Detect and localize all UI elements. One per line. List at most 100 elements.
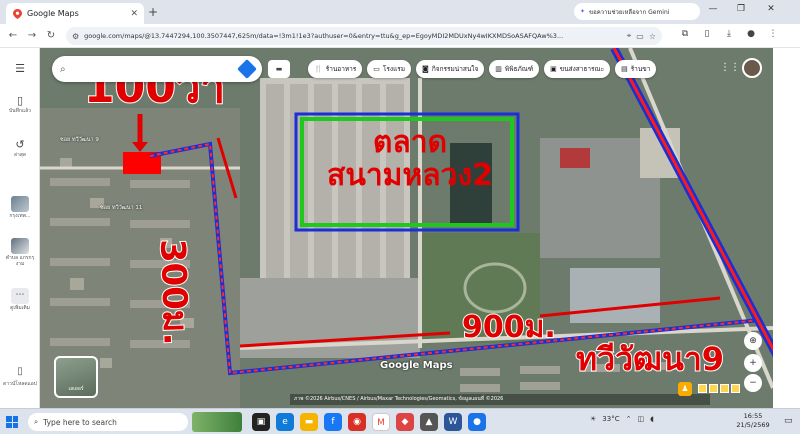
gemini-button[interactable]: ✦ ขอความช่วยเหลือจาก Gemini — [574, 3, 700, 20]
task-view-icon[interactable]: ▣ — [252, 413, 270, 431]
close-window-icon[interactable]: ✕ — [764, 4, 778, 14]
image-thumb[interactable] — [720, 384, 729, 393]
hamburger-menu-button[interactable]: ☰ — [2, 62, 38, 75]
street-label-9: ซอย ทวีวัฒนา 9 — [60, 137, 99, 143]
zoom-in-button[interactable]: + — [744, 354, 762, 372]
menu-dots-icon[interactable]: ⋮ — [766, 29, 780, 39]
directions-icon[interactable] — [237, 59, 257, 79]
forward-icon[interactable]: → — [25, 29, 39, 43]
download-icon[interactable]: ⤓ — [722, 29, 736, 39]
profile-icon[interactable]: ● — [744, 29, 758, 39]
my-location-button[interactable]: ⊕ — [744, 332, 762, 350]
chip-hotels[interactable]: ▭ โรงแรม — [367, 60, 412, 78]
image-thumb[interactable] — [698, 384, 707, 393]
museum-icon: ▥ — [495, 65, 502, 73]
place-thumbnail — [11, 196, 29, 212]
location-icon[interactable]: ⌖ — [627, 31, 632, 41]
image-thumb[interactable] — [709, 384, 718, 393]
road-name-label: ทวีวัฒนา9 — [575, 339, 725, 379]
chip-transit[interactable]: ▣ ขนส่งสาธารณะ — [544, 60, 611, 78]
app-icon[interactable]: ● — [468, 413, 486, 431]
zoom-out-button[interactable]: − — [744, 374, 762, 392]
app-icon[interactable]: ◆ — [396, 413, 414, 431]
rail-recent[interactable]: ↺ ล่าสุด — [2, 138, 38, 158]
facebook-icon[interactable]: f — [324, 413, 342, 431]
rail-get-app[interactable]: ▯ ดาวน์โหลดแอป — [2, 364, 38, 387]
weather-icon[interactable]: ☀ — [590, 415, 596, 423]
volume-icon[interactable]: ◖ — [650, 415, 654, 423]
network-icon[interactable]: ◫ — [637, 415, 644, 423]
bookmark-icon: ▯ — [16, 94, 24, 107]
browser-toolbar: ← → ↻ ⚙ google.com/maps/@13.7447294,100.… — [0, 24, 800, 48]
url-text: google.com/maps/@13.7447294,100.3507447,… — [84, 32, 564, 40]
pegman-icon[interactable]: ♟ — [678, 382, 692, 396]
close-tab-icon[interactable]: ✕ — [130, 9, 138, 19]
rail-place-2-label: ตำบล แกรกรุงาม — [5, 255, 35, 267]
address-bar[interactable]: ⚙ google.com/maps/@13.7447294,100.350744… — [66, 27, 662, 45]
extensions-icon[interactable]: ⧉ — [678, 29, 692, 39]
windows-taskbar: ⌕ Type here to search ▣ e ▬ f ◉ M ◆ ▲ W … — [0, 408, 800, 434]
menu-icon: ☰ — [15, 62, 25, 75]
taskbar-clock[interactable]: 16:55 21/5/2569 — [728, 412, 778, 430]
tab-title: Google Maps — [27, 9, 79, 18]
taskbar-search[interactable]: ⌕ Type here to search — [28, 413, 188, 431]
chevron-up-icon[interactable]: ⌃ — [626, 415, 632, 423]
chip-label: พิพิธภัณฑ์ — [504, 65, 534, 73]
rail-recent-place-2[interactable]: ตำบล แกรกรุงาม — [2, 238, 38, 267]
app-icon[interactable]: ▲ — [420, 413, 438, 431]
camera-icon: ◙ — [422, 65, 429, 73]
taskbar-widget-image[interactable] — [192, 412, 242, 432]
edge-icon[interactable]: e — [276, 413, 294, 431]
maximize-icon[interactable]: ❐ — [734, 4, 748, 14]
temperature[interactable]: 33°C — [602, 415, 619, 423]
layers-toggle-button[interactable]: ▬ — [268, 60, 290, 78]
file-explorer-icon[interactable]: ▬ — [300, 413, 318, 431]
image-thumb[interactable] — [731, 384, 740, 393]
account-avatar[interactable] — [742, 58, 762, 78]
windows-start-icon[interactable] — [6, 416, 18, 428]
chrome-icon[interactable]: ◉ — [348, 413, 366, 431]
chip-museums[interactable]: ▥ พิพิธภัณฑ์ — [489, 60, 540, 78]
page-scrollbar[interactable] — [773, 48, 800, 408]
new-tab-button[interactable]: + — [145, 4, 161, 20]
clock-date: 21/5/2569 — [736, 421, 770, 429]
rail-more[interactable]: ⋯ ดูเพิ่มเติม — [2, 288, 38, 311]
cast-icon[interactable]: ▭ — [636, 32, 644, 41]
category-chips: 🍴 ร้านอาหาร ▭ โรงแรม ◙ กิจกรรมน่าสนใจ ▥ … — [308, 60, 657, 78]
gemini-icon: ✦ — [580, 8, 586, 15]
main-area: ☰ ▯ บันทึกแล้ว ↺ ล่าสุด กรุงเทพ... ตำบล … — [0, 48, 800, 408]
taskbar-apps: ▣ e ▬ f ◉ M ◆ ▲ W ● — [252, 413, 486, 431]
maps-search-box[interactable]: ⌕ — [52, 56, 262, 82]
rail-place-1-label: กรุงเทพ... — [9, 213, 31, 219]
shopping-icon: ▤ — [621, 65, 628, 73]
bookmark-star-icon[interactable]: ☆ — [649, 32, 656, 41]
layers-label: เลเยอร์ — [68, 386, 84, 392]
phone-icon: ▯ — [17, 366, 23, 377]
rail-saved[interactable]: ▯ บันทึกแล้ว — [2, 94, 38, 114]
back-icon[interactable]: ← — [6, 29, 20, 43]
rail-get-app-label: ดาวน์โหลดแอป — [3, 381, 37, 387]
maps-pin-icon — [12, 8, 22, 19]
layers-thumbnail-button[interactable]: เลเยอร์ — [54, 356, 98, 398]
site-info-icon[interactable]: ⚙ — [72, 32, 79, 41]
notification-icon[interactable]: ▭ — [784, 416, 793, 426]
road-distance-label: 900ม. — [461, 309, 557, 346]
satellite-map[interactable]: ซอย ทวีวัฒนา 9 ซอย ทวีวัฒนา 11 100วา 300… — [40, 48, 773, 408]
rail-recent-place-1[interactable]: กรุงเทพ... — [2, 196, 38, 219]
taskbar-search-placeholder: Type here to search — [43, 417, 117, 427]
search-icon[interactable]: ⌕ — [60, 64, 66, 75]
reload-icon[interactable]: ↻ — [44, 29, 58, 43]
gmail-icon[interactable]: M — [372, 413, 390, 431]
word-icon[interactable]: W — [444, 413, 462, 431]
apps-grid-icon[interactable]: ⋮⋮ — [720, 62, 740, 73]
chip-restaurants[interactable]: 🍴 ร้านอาหาร — [308, 60, 363, 78]
market-label: ตลาด สนามหลวง2 — [320, 126, 500, 192]
tab-google-maps[interactable]: Google Maps ✕ — [6, 3, 144, 24]
google-maps-logo: Google Maps — [380, 360, 453, 371]
image-strip[interactable] — [698, 384, 740, 393]
chip-shopping[interactable]: ▤ ร้านขา — [615, 60, 657, 78]
minimize-icon[interactable]: — — [706, 4, 720, 14]
chip-things-to-do[interactable]: ◙ กิจกรรมน่าสนใจ — [416, 60, 485, 78]
rail-recent-label: ล่าสุด — [13, 152, 27, 158]
sidebar-icon[interactable]: ▯ — [700, 29, 714, 39]
